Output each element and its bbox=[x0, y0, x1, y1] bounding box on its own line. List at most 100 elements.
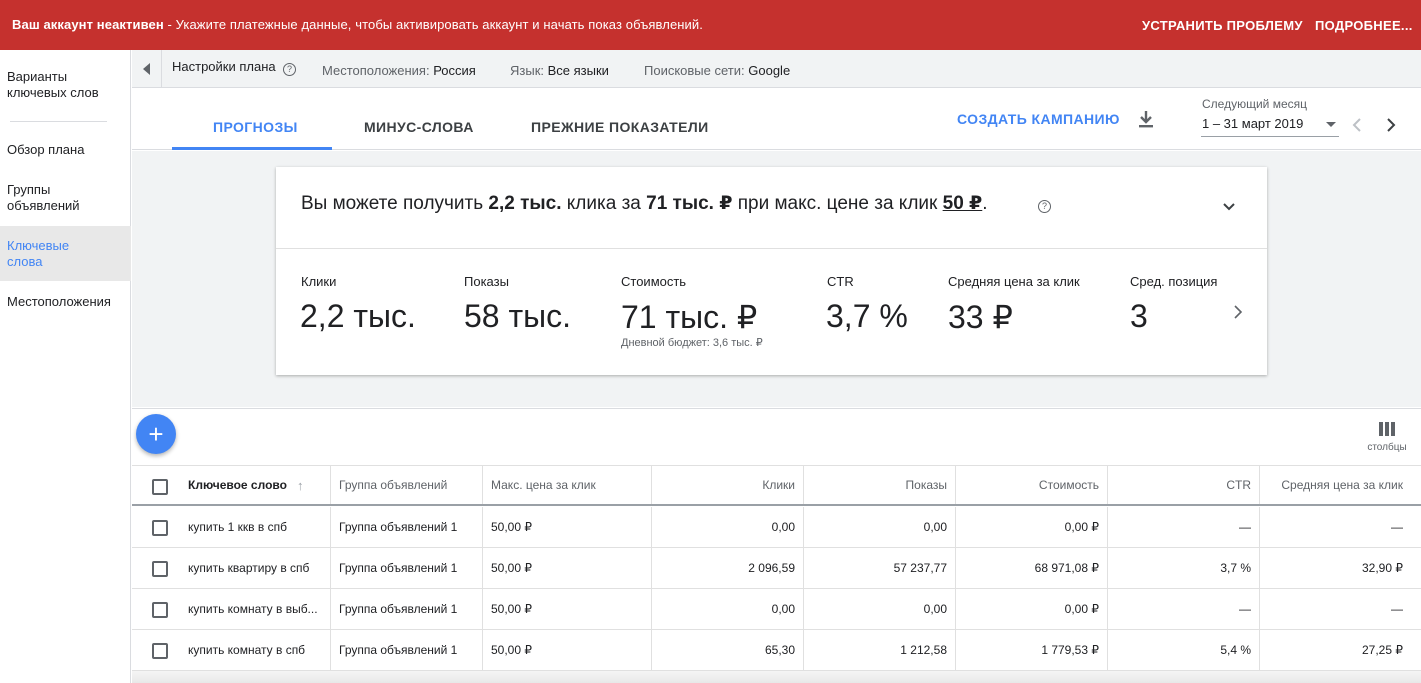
metric-position-value: 3 bbox=[1130, 298, 1148, 334]
network-label: Поисковые сети: bbox=[644, 63, 745, 78]
cell-ctr: — bbox=[1107, 507, 1259, 547]
row-select-cell bbox=[132, 548, 180, 588]
language-setting[interactable]: Язык: Все языки bbox=[510, 63, 609, 78]
more-info-button[interactable]: ПОДРОБНЕЕ... bbox=[1315, 18, 1413, 33]
banner-text: - Укажите платежные данные, чтобы активи… bbox=[163, 17, 703, 32]
expand-card-button[interactable] bbox=[1222, 200, 1236, 214]
columns-button[interactable]: столбцы bbox=[1362, 420, 1412, 460]
cell-avg-cpc: 32,90 ₽ bbox=[1259, 548, 1411, 588]
max-cpc-link[interactable]: 50 ₽ bbox=[943, 193, 983, 214]
forecast-help[interactable]: ? bbox=[1038, 196, 1051, 214]
language-value: Все языки bbox=[547, 63, 609, 78]
chevron-down-icon bbox=[1326, 122, 1336, 127]
table-row[interactable]: купить 1 ккв в спб Группа объявлений 1 5… bbox=[132, 507, 1421, 548]
header-ad-group[interactable]: Группа объявлений bbox=[330, 466, 482, 504]
plus-icon: + bbox=[148, 419, 164, 449]
location-setting[interactable]: Местоположения: Россия bbox=[322, 63, 476, 78]
cell-max-cpc[interactable]: 50,00 ₽ bbox=[482, 589, 651, 629]
cell-ad-group[interactable]: Группа объявлений 1 bbox=[330, 589, 482, 629]
row-select-cell bbox=[132, 589, 180, 629]
header-max-cpc[interactable]: Макс. цена за клик bbox=[482, 466, 651, 504]
cell-max-cpc[interactable]: 50,00 ₽ bbox=[482, 507, 651, 547]
plan-settings-help[interactable]: ? bbox=[283, 60, 296, 76]
row-checkbox[interactable] bbox=[152, 643, 168, 659]
header-clicks[interactable]: Клики bbox=[651, 466, 803, 504]
cell-ad-group[interactable]: Группа объявлений 1 bbox=[330, 630, 482, 670]
next-period-button[interactable] bbox=[1382, 116, 1400, 134]
cell-clicks: 2 096,59 bbox=[651, 548, 803, 588]
row-checkbox[interactable] bbox=[152, 602, 168, 618]
headline-text: при макс. цене за клик bbox=[732, 193, 943, 214]
select-all-cell bbox=[132, 466, 180, 504]
header-impressions[interactable]: Показы bbox=[803, 466, 955, 504]
select-all-checkbox[interactable] bbox=[152, 479, 168, 495]
cell-impressions: 0,00 bbox=[803, 589, 955, 629]
cell-keyword: купить комнату в спб bbox=[188, 643, 306, 657]
sidebar-item-locations[interactable]: Местоположения bbox=[0, 294, 131, 310]
chevron-left-icon bbox=[1352, 118, 1361, 132]
cell-ctr: 5,4 % bbox=[1107, 630, 1259, 670]
cell-max-cpc[interactable]: 50,00 ₽ bbox=[482, 548, 651, 588]
cell-avg-cpc: 27,25 ₽ bbox=[1259, 630, 1411, 670]
sidebar-item-keyword-ideas[interactable]: Варианты ключевых слов bbox=[0, 69, 112, 101]
plan-settings-bar: Настройки плана ? Местоположения: Россия… bbox=[132, 50, 1421, 88]
add-keyword-button[interactable]: + bbox=[136, 414, 176, 454]
tab-forecasts[interactable]: ПРОГНОЗЫ bbox=[213, 119, 298, 135]
cell-cost: 68 971,08 ₽ bbox=[955, 548, 1107, 588]
chevron-right-icon bbox=[1387, 118, 1396, 132]
banner-message: Ваш аккаунт неактивен - Укажите платежны… bbox=[12, 17, 703, 32]
header-cost[interactable]: Стоимость bbox=[955, 466, 1107, 504]
location-label: Местоположения: bbox=[322, 63, 430, 78]
header-ctr[interactable]: CTR bbox=[1107, 466, 1259, 504]
sidebar-item-keywords[interactable]: Ключевые слова bbox=[0, 226, 131, 281]
download-icon[interactable] bbox=[1136, 108, 1156, 130]
headline-clicks: 2,2 тыс. bbox=[488, 193, 562, 214]
table-toolbar bbox=[132, 408, 1421, 465]
cell-ctr: 3,7 % bbox=[1107, 548, 1259, 588]
create-campaign-button[interactable]: СОЗДАТЬ КАМПАНИЮ bbox=[957, 111, 1120, 127]
cell-impressions: 0,00 bbox=[803, 507, 955, 547]
sidebar-item-plan-overview[interactable]: Обзор плана bbox=[0, 142, 131, 158]
table-row[interactable]: купить квартиру в спб Группа объявлений … bbox=[132, 548, 1421, 589]
row-checkbox[interactable] bbox=[152, 561, 168, 577]
plan-settings-title[interactable]: Настройки плана bbox=[172, 59, 276, 74]
help-icon: ? bbox=[1038, 200, 1051, 213]
columns-label: столбцы bbox=[1367, 442, 1407, 453]
header-avg-cpc[interactable]: Средняя цена за клик bbox=[1259, 466, 1411, 504]
collapse-sidebar-button[interactable] bbox=[132, 50, 162, 88]
fix-problem-button[interactable]: УСТРАНИТЬ ПРОБЛЕМУ bbox=[1142, 18, 1303, 33]
headline-text: Вы можете получить bbox=[301, 193, 489, 214]
cell-cost: 1 779,53 ₽ bbox=[955, 630, 1107, 670]
chevron-left-icon bbox=[143, 63, 150, 75]
help-icon: ? bbox=[283, 63, 296, 76]
cell-keyword: купить 1 ккв в спб bbox=[188, 520, 287, 534]
tab-negative-keywords[interactable]: МИНУС-СЛОВА bbox=[364, 119, 474, 135]
header-keyword-label: Ключевое слово bbox=[188, 478, 287, 492]
table-row[interactable]: купить комнату в спб Группа объявлений 1… bbox=[132, 630, 1421, 671]
row-select-cell bbox=[132, 507, 180, 547]
cell-ad-group[interactable]: Группа объявлений 1 bbox=[330, 507, 482, 547]
cell-avg-cpc: — bbox=[1259, 589, 1411, 629]
metric-ctr-value: 3,7 % bbox=[826, 298, 908, 334]
previous-period-button[interactable] bbox=[1349, 116, 1367, 134]
network-setting[interactable]: Поисковые сети: Google bbox=[644, 63, 790, 78]
language-label: Язык: bbox=[510, 63, 544, 78]
headline-text: клика за bbox=[561, 193, 647, 214]
sidebar-item-ad-groups[interactable]: Группы объявлений bbox=[0, 182, 100, 214]
header-keyword[interactable]: Ключевое слово ↑ bbox=[180, 466, 330, 504]
forecast-headline: Вы можете получить 2,2 тыс. клика за 71 … bbox=[301, 192, 988, 215]
banner-title: Ваш аккаунт неактивен bbox=[12, 17, 164, 32]
cell-clicks: 0,00 bbox=[651, 507, 803, 547]
cell-keyword: купить комнату в выб... bbox=[188, 602, 318, 616]
metric-impressions-label: Показы bbox=[464, 274, 509, 289]
table-row[interactable]: купить комнату в выб... Группа объявлени… bbox=[132, 589, 1421, 630]
cell-max-cpc[interactable]: 50,00 ₽ bbox=[482, 630, 651, 670]
metric-ctr-label: CTR bbox=[827, 274, 854, 289]
period-dropdown[interactable]: 1 – 31 март 2019 bbox=[1201, 113, 1339, 137]
network-value: Google bbox=[748, 63, 791, 78]
cell-cost: 0,00 ₽ bbox=[955, 589, 1107, 629]
cell-ad-group[interactable]: Группа объявлений 1 bbox=[330, 548, 482, 588]
row-checkbox[interactable] bbox=[152, 520, 168, 536]
tab-historical-metrics[interactable]: ПРЕЖНИЕ ПОКАЗАТЕЛИ bbox=[531, 119, 709, 135]
next-metrics-button[interactable] bbox=[1231, 304, 1245, 320]
